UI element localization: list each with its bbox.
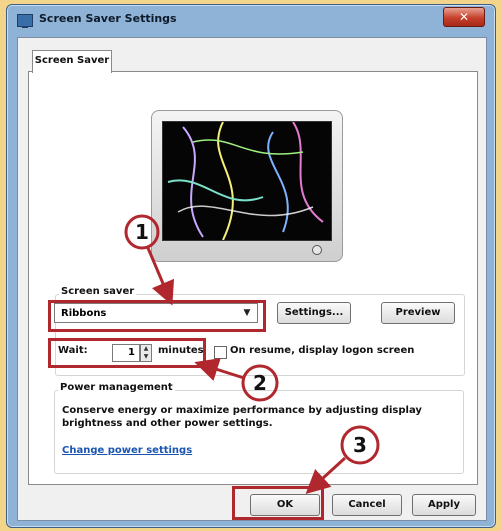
close-button[interactable]: ✕ <box>443 7 485 27</box>
title-bar: Screen Saver Settings ✕ <box>7 5 495 35</box>
power-management-group <box>54 390 464 474</box>
ribbons-preview-graphic <box>167 122 324 240</box>
power-led-icon <box>312 245 322 255</box>
power-management-label: Power management <box>58 382 175 393</box>
step2-number: 2 <box>253 371 267 395</box>
step1-number: 1 <box>135 220 149 244</box>
settings-button[interactable]: Settings... <box>277 302 351 324</box>
power-management-description: Conserve energy or maximize performance … <box>62 405 422 429</box>
highlight-dropdown <box>48 300 266 332</box>
step3-number: 3 <box>353 433 367 457</box>
monitor-icon <box>17 14 33 28</box>
screen-saver-group-label: Screen saver <box>59 286 137 297</box>
highlight-wait <box>48 338 206 368</box>
logon-screen-checkbox[interactable] <box>214 346 227 359</box>
apply-button[interactable]: Apply <box>412 494 476 516</box>
change-power-settings-link[interactable]: Change power settings <box>62 445 192 456</box>
tab-screen-saver[interactable]: Screen Saver <box>32 50 112 73</box>
logon-screen-label[interactable]: On resume, display logon screen <box>230 345 414 356</box>
screen-saver-settings-window: Screen Saver Settings ✕ Screen Saver Scr… <box>6 4 496 528</box>
monitor-preview <box>151 110 343 262</box>
cancel-button[interactable]: Cancel <box>332 494 402 516</box>
dialog-client-area: Screen Saver Screen saver Ribbons ▼ Sett… <box>17 37 487 521</box>
highlight-ok <box>232 486 324 520</box>
window-title: Screen Saver Settings <box>39 12 177 25</box>
preview-button[interactable]: Preview <box>381 302 455 324</box>
screen-saver-preview <box>162 121 332 241</box>
